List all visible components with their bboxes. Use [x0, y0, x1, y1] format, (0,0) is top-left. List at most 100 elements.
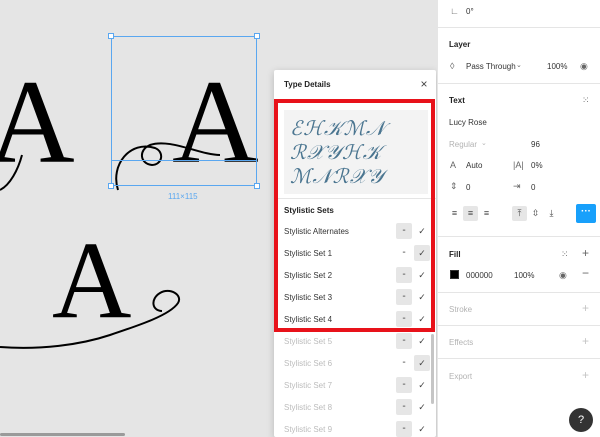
- stylistic-set-label: Stylistic Set 5: [284, 337, 333, 346]
- stylistic-set-on-button[interactable]: ✓: [414, 377, 430, 393]
- stylistic-set-off-button[interactable]: -: [396, 223, 412, 239]
- stylistic-set-row: Stylistic Set 3 - ✓: [284, 287, 430, 309]
- stroke-section-title: Stroke: [449, 305, 473, 314]
- stylistic-set-label: Stylistic Set 2: [284, 271, 333, 280]
- font-weight-select[interactable]: Regular: [449, 140, 477, 149]
- stylistic-set-on-button[interactable]: ✓: [414, 245, 430, 261]
- fill-section-title: Fill: [449, 250, 461, 259]
- stylistic-set-label: Stylistic Set 9: [284, 425, 333, 434]
- close-icon[interactable]: ×: [418, 78, 430, 90]
- preview-row-2: ℛ𝒳𝒴ℋ𝒦: [290, 142, 383, 164]
- stylistic-set-label: Stylistic Set 6: [284, 359, 333, 368]
- plus-icon[interactable]: +: [582, 335, 589, 347]
- chevron-down-icon[interactable]: ⌄: [516, 61, 522, 71]
- stylistic-set-row: Stylistic Set 7 - ✓: [284, 375, 430, 397]
- glyph-preview: ℰℋ𝒦ℳ𝒩 ℛ𝒳𝒴ℋ𝒦 ℳ𝒩ℛ𝒳𝒴: [284, 110, 428, 194]
- preview-row-1: ℰℋ𝒦ℳ𝒩: [290, 118, 387, 140]
- rotation-value[interactable]: 0°: [466, 7, 474, 16]
- grid-dots-icon[interactable]: ⁙: [582, 95, 590, 105]
- stylistic-set-off-button[interactable]: -: [396, 245, 412, 261]
- paragraph-spacing-input[interactable]: 0: [466, 183, 470, 192]
- eye-icon[interactable]: ◉: [580, 61, 588, 71]
- paragraph-spacing-icon: ⇕: [450, 181, 458, 191]
- font-size-input[interactable]: 96: [531, 140, 540, 149]
- chevron-down-icon[interactable]: ⌄: [481, 139, 487, 149]
- align-middle-icon[interactable]: ⇳: [528, 206, 543, 221]
- font-family-select[interactable]: Lucy Rose: [449, 118, 487, 127]
- eye-icon[interactable]: ◉: [559, 270, 567, 280]
- blend-mode-select[interactable]: Pass Through: [466, 62, 516, 71]
- stylistic-set-on-button[interactable]: ✓: [414, 311, 430, 327]
- fill-opacity-input[interactable]: 100%: [514, 271, 534, 280]
- dialog-scrollbar[interactable]: [431, 334, 434, 404]
- fill-color-swatch[interactable]: [450, 270, 459, 279]
- plus-icon[interactable]: +: [582, 369, 589, 381]
- minus-icon[interactable]: −: [582, 267, 589, 279]
- dialog-divider: [274, 198, 436, 199]
- stylistic-set-on-button[interactable]: ✓: [414, 399, 430, 415]
- layer-opacity[interactable]: 100%: [547, 62, 567, 71]
- letter-spacing-input[interactable]: 0%: [531, 161, 543, 170]
- stylistic-set-on-button[interactable]: ✓: [414, 421, 430, 437]
- align-right-icon[interactable]: ≡: [479, 206, 494, 221]
- stylistic-set-on-button[interactable]: ✓: [414, 355, 430, 371]
- stylistic-set-label: Stylistic Set 4: [284, 315, 333, 324]
- fill-hex-input[interactable]: 000000: [466, 271, 493, 280]
- panel-divider: [438, 236, 600, 237]
- stylistic-set-row: Stylistic Alternates - ✓: [284, 221, 430, 243]
- align-bottom-icon[interactable]: ⤓: [544, 206, 559, 221]
- stylistic-set-label: Stylistic Set 8: [284, 403, 333, 412]
- align-top-icon[interactable]: ⤒: [512, 206, 527, 221]
- dialog-title: Type Details: [284, 80, 331, 89]
- glyph-left-swash: [0, 154, 23, 191]
- stylistic-set-row: Stylistic Set 1 - ✓: [284, 243, 430, 265]
- baseline-guide: [111, 160, 257, 161]
- align-left-icon[interactable]: ≡: [447, 206, 462, 221]
- stylistic-set-off-button[interactable]: -: [396, 311, 412, 327]
- stylistic-set-row: Stylistic Set 9 - ✓: [284, 419, 430, 437]
- stylistic-set-row: Stylistic Set 2 - ✓: [284, 265, 430, 287]
- export-section-title: Export: [449, 372, 473, 381]
- panel-divider: [438, 292, 600, 293]
- canvas-horizontal-scrollbar[interactable]: [0, 433, 125, 436]
- paragraph-indent-input[interactable]: 0: [531, 183, 535, 192]
- stylistic-set-on-button[interactable]: ✓: [414, 223, 430, 239]
- stylistic-set-label: Stylistic Alternates: [284, 227, 349, 236]
- paragraph-indent-icon: ⇥: [513, 181, 521, 191]
- stylistic-set-off-button[interactable]: -: [396, 355, 412, 371]
- panel-divider: [438, 27, 600, 28]
- layer-section-title: Layer: [449, 40, 471, 49]
- panel-divider: [438, 83, 600, 84]
- effects-section-title: Effects: [449, 338, 474, 347]
- stylistic-set-off-button[interactable]: -: [396, 421, 412, 437]
- stylistic-set-off-button[interactable]: -: [396, 399, 412, 415]
- stylistic-set-on-button[interactable]: ✓: [414, 333, 430, 349]
- selection-handle-bottom-left[interactable]: [108, 183, 114, 189]
- rotation-icon: ∟: [450, 6, 459, 16]
- stylistic-set-row: Stylistic Set 8 - ✓: [284, 397, 430, 419]
- selection-handle-bottom-right[interactable]: [254, 183, 260, 189]
- stylistic-set-label: Stylistic Set 1: [284, 249, 333, 258]
- line-height-input[interactable]: Auto: [466, 161, 482, 170]
- stylistic-set-off-button[interactable]: -: [396, 267, 412, 283]
- preview-row-3: ℳ𝒩ℛ𝒳𝒴: [290, 166, 385, 188]
- stylistic-set-on-button[interactable]: ✓: [414, 289, 430, 305]
- plus-icon[interactable]: +: [582, 247, 589, 259]
- stylistic-set-on-button[interactable]: ✓: [414, 267, 430, 283]
- stylistic-set-off-button[interactable]: -: [396, 377, 412, 393]
- align-center-icon[interactable]: ≡: [463, 206, 478, 221]
- glyph-bottom-swash: [0, 289, 181, 349]
- help-button[interactable]: ?: [569, 408, 593, 432]
- selection-box[interactable]: [111, 36, 257, 186]
- stylistic-set-row: Stylistic Set 6 - ✓: [284, 353, 430, 375]
- grid-dots-icon[interactable]: ⁙: [561, 249, 569, 259]
- stylistic-set-label: Stylistic Set 7: [284, 381, 333, 390]
- text-section-title: Text: [449, 96, 465, 105]
- selection-handle-top-right[interactable]: [254, 33, 260, 39]
- letter-spacing-icon: |A|: [513, 160, 524, 170]
- stylistic-set-off-button[interactable]: -: [396, 289, 412, 305]
- stylistic-set-off-button[interactable]: -: [396, 333, 412, 349]
- type-details-button[interactable]: ···: [576, 204, 596, 223]
- plus-icon[interactable]: +: [582, 302, 589, 314]
- selection-handle-top-left[interactable]: [108, 33, 114, 39]
